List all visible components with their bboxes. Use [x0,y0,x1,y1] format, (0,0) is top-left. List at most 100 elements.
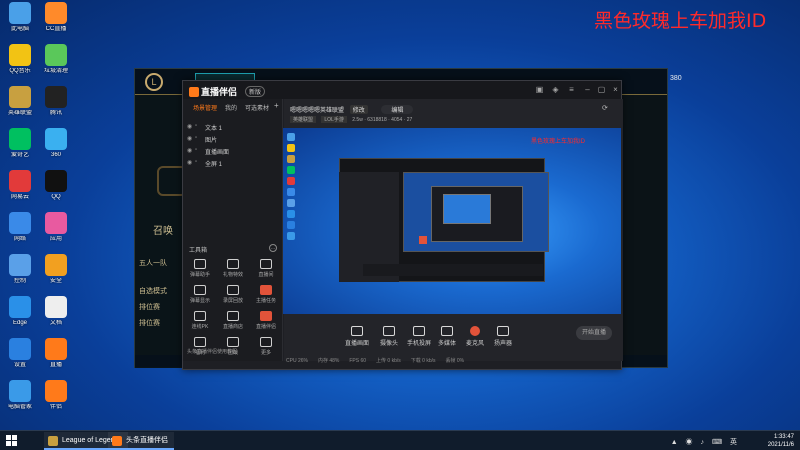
scene-item[interactable]: ◉ ▫ 图片 [183,133,282,145]
lock-icon[interactable]: ▫ [195,159,197,165]
app-logo: 直播伴侣 [189,85,237,98]
desktop-icon[interactable]: 控制 [2,254,38,285]
tool-icon [260,259,272,269]
app-icon [9,254,31,276]
scene-item[interactable]: ◉ ▫ 直播画面 [183,145,282,157]
scene-name: 图片 [205,138,218,144]
toolbox-more-icon[interactable]: … [269,244,277,252]
desktop-icon[interactable]: 文档 [38,296,74,327]
desktop-icon[interactable]: 英雄联盟 [2,86,38,117]
tutorial-link[interactable]: 头条直播伴侣使用教程 [187,348,237,355]
desktop-icon[interactable]: 电脑管家 [2,380,38,411]
app-icon [9,2,31,24]
desktop-icon-label: 伴侣 [49,404,62,410]
source-button[interactable]: 扬声器 [486,326,520,347]
tool-button[interactable]: 礼物特效 [218,259,248,285]
desktop-icon-label: 控制 [13,278,26,284]
taskbar-item-streaming[interactable]: 头条直播伴侣 [108,432,174,450]
app-icon [9,86,31,108]
start-live-button[interactable]: 开始直播 [576,326,612,340]
clock[interactable]: 1:33:47 2021/11/6 [768,433,794,449]
desktop-icon-label: QQ [51,194,61,200]
bell-icon[interactable]: ◈ [551,85,560,94]
desktop-icon[interactable]: 直播 [38,338,74,369]
desktop-icon-label: 文档 [49,320,62,326]
lock-icon[interactable]: ▫ [195,147,197,153]
room-modify-button[interactable]: 修改 [349,105,368,114]
lol-side-label: 五人一队 [139,260,167,267]
eye-icon[interactable]: ◉ [187,135,192,142]
tool-button[interactable]: 直播商店 [218,311,248,337]
close-icon[interactable]: × [611,85,620,94]
tool-button[interactable]: 直播间 [251,259,281,285]
tab-mine[interactable]: 我的 [225,103,237,112]
source-icon [383,326,395,336]
app-icon [9,212,31,234]
desktop-icon[interactable]: 网易云 [2,170,38,201]
app-icon [9,380,31,402]
tool-button[interactable]: 弹幕显示 [185,285,215,311]
app-icon [9,44,31,66]
room-edit-button[interactable]: 编辑 [381,105,414,114]
desktop-icon-label: 直播 [49,362,62,368]
add-scene-button[interactable]: + [274,101,279,110]
desktop-icon[interactable]: QQ音乐 [2,44,38,75]
preview-desktop-icons [285,130,309,243]
desktop-icon[interactable]: 垃圾清理 [38,44,74,75]
refresh-icon[interactable]: ⟳ [602,104,608,112]
source-button[interactable]: 直播画面 [340,326,374,347]
scene-item[interactable]: ◉ ▫ 文本 1 [183,121,282,133]
windows-start-icon[interactable] [6,435,18,447]
lock-icon[interactable]: ▫ [195,135,197,141]
eye-icon[interactable]: ◉ [187,147,192,154]
desktop-icon[interactable]: 网络 [2,212,38,243]
status-item: 内存 48% [317,358,340,364]
desktop-icon[interactable]: CC直播 [38,2,74,33]
desktop-icon[interactable]: QQ [38,170,74,201]
eye-icon[interactable]: ◉ [187,123,192,130]
lol-side-label: 自选模式 [139,288,167,295]
tab-assets[interactable]: 可选素材 [245,103,269,112]
desktop-icon[interactable]: 安全 [38,254,74,285]
eye-icon[interactable]: ◉ [187,159,192,166]
system-tray-icons[interactable]: ▲ ◉ ♪ ⌨ 英 [671,437,740,447]
desktop-icon-label: 网络 [13,236,26,242]
lock-icon[interactable]: ▫ [195,123,197,129]
desktop-icon-label: 网易云 [10,194,29,200]
tool-icon [260,285,272,295]
source-button[interactable]: 摄像头 [372,326,406,347]
stream-preview[interactable]: 黑色玫瑰上车加我ID [283,128,621,314]
desktop-icon[interactable]: 应用 [38,212,74,243]
lol-task-icon [48,436,58,446]
tool-button[interactable]: 更多 [251,337,281,363]
desktop-icon[interactable]: 此电脑 [2,2,38,33]
desktop-icon[interactable]: 伴侣 [38,380,74,411]
tool-button[interactable]: 直播伴侣 [251,311,281,337]
settings-icon[interactable]: ≡ [567,85,576,94]
minimize-icon[interactable]: – [583,85,592,94]
desktop-icon[interactable]: 爱奇艺 [2,128,38,159]
app-icon [45,338,67,360]
desktop-icon[interactable]: Edge [2,296,38,327]
desktop-icon-label: 应用 [49,236,62,242]
desktop-icon[interactable]: 设置 [2,338,38,369]
tool-button[interactable]: 连线PK [185,311,215,337]
gift-icon[interactable]: ▣ [535,85,544,94]
tool-button[interactable]: 弹幕助手 [185,259,215,285]
desktop-icon[interactable]: 腾讯 [38,86,74,117]
tool-icon [227,259,239,269]
desktop-icon-label: Edge [12,320,27,326]
room-title-bar: 嗯嗯嗯嗯嗯英雄联盟 修改 编辑 [290,105,414,114]
maximize-icon[interactable]: ▢ [597,85,606,94]
tool-icon [260,337,272,347]
tab-scenes[interactable]: 场景管理 [193,103,217,112]
tool-button[interactable]: 主播任务 [251,285,281,311]
app-title-bar: 直播伴侣 新版 ▣ ◈ ≡ – ▢ × [183,81,621,99]
room-stats: 2.5w · 6318818 · 4054 · 27 [352,117,413,123]
desktop-icon[interactable]: 360 [38,128,74,159]
scene-name: 全屏 1 [205,162,223,168]
app-version-badge[interactable]: 新版 [245,86,266,97]
tool-button[interactable]: 录屏回放 [218,285,248,311]
scene-item[interactable]: ◉ ▫ 全屏 1 [183,157,282,169]
tool-label: 直播商店 [222,324,243,330]
